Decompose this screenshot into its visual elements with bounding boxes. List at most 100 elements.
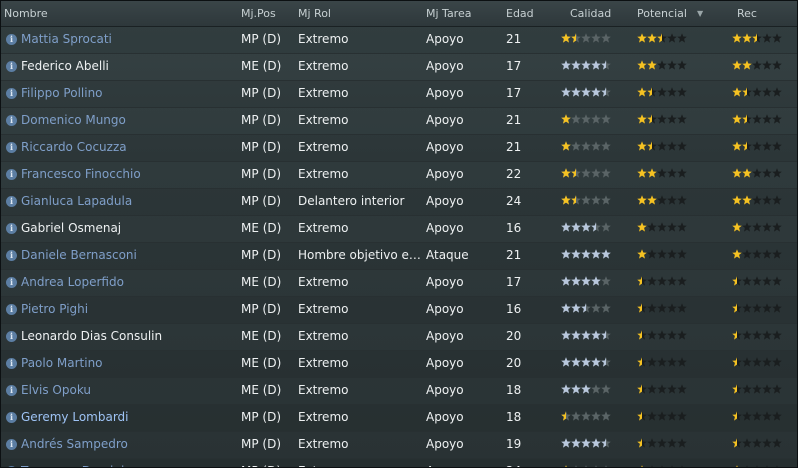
player-name[interactable]: Federico Abelli: [21, 59, 216, 73]
star-icon: [571, 437, 581, 449]
star-icon: [601, 140, 611, 152]
player-name[interactable]: Tommaso Domini: [21, 464, 216, 467]
player-name[interactable]: Paolo Martino: [21, 356, 216, 370]
header-pos[interactable]: Mj.Pos: [241, 7, 276, 20]
star-icon: [647, 221, 657, 233]
table-row[interactable]: i Federico Abelli ME (D) Extremo Apoyo 17: [1, 54, 797, 81]
player-name[interactable]: Leonardo Dias Consulin: [21, 329, 216, 343]
star-icon: [667, 32, 677, 44]
table-row[interactable]: i Riccardo Cocuzza MP (D) Extremo Apoyo 21: [1, 135, 797, 162]
player-duty: Apoyo: [426, 464, 464, 467]
star-icon: [677, 140, 687, 152]
star-icon: [561, 221, 571, 233]
info-icon[interactable]: i: [6, 61, 17, 72]
table-row[interactable]: i Elvis Opoku ME (D) Extremo Apoyo 18: [1, 378, 797, 405]
info-icon[interactable]: i: [6, 277, 17, 288]
star-icon: [561, 275, 571, 287]
info-icon[interactable]: i: [6, 34, 17, 45]
table-row[interactable]: i Geremy Lombardi MP (D) Extremo Apoyo 18: [1, 405, 797, 432]
star-icon: [601, 194, 611, 206]
info-icon[interactable]: i: [6, 331, 17, 342]
table-row[interactable]: i Leonardo Dias Consulin ME (D) Extremo Apoy…: [1, 324, 797, 351]
table-row[interactable]: i Andrea Loperfido ME (D) Extremo Apoyo 17: [1, 270, 797, 297]
calidad-stars: [561, 464, 611, 467]
header-potencial[interactable]: Potencial ▼: [637, 7, 703, 20]
star-icon: [657, 140, 667, 152]
star-icon: [752, 356, 762, 368]
star-icon: [571, 410, 581, 422]
player-position: ME (D): [241, 383, 282, 397]
table-row[interactable]: iTommaso DominiMP (D)ExtremoApoyo24: [1, 459, 797, 467]
star-icon: [677, 59, 687, 71]
star-icon: [762, 356, 772, 368]
info-icon[interactable]: i: [6, 412, 17, 423]
star-icon: [762, 329, 772, 341]
table-row[interactable]: i Mattia Sprocati MP (D) Extremo Apoyo 21: [1, 27, 797, 54]
player-name[interactable]: Mattia Sprocati: [21, 32, 216, 46]
star-icon: [732, 86, 742, 98]
star-icon: [752, 113, 762, 125]
player-name[interactable]: Riccardo Cocuzza: [21, 140, 216, 154]
info-icon[interactable]: i: [6, 196, 17, 207]
table-row[interactable]: i Daniele Bernasconi MP (D) Hombre objetivo…: [1, 243, 797, 270]
player-position: ME (D): [241, 356, 282, 370]
star-icon: [591, 437, 601, 449]
header-rec[interactable]: Rec: [737, 7, 757, 20]
star-icon: [677, 32, 687, 44]
star-icon: [762, 221, 772, 233]
table-row[interactable]: i Paolo Martino ME (D) Extremo Apoyo 20: [1, 351, 797, 378]
star-icon: [772, 302, 782, 314]
info-icon[interactable]: i: [6, 250, 17, 261]
table-row[interactable]: i Pietro Pighi MP (D) Extremo Apoyo 16: [1, 297, 797, 324]
info-icon[interactable]: i: [6, 385, 17, 396]
info-icon[interactable]: i: [6, 142, 17, 153]
star-icon: [591, 32, 601, 44]
header-rol[interactable]: Mj Rol: [298, 7, 331, 20]
info-icon[interactable]: i: [6, 439, 17, 450]
table-row[interactable]: i Francesco Finocchio MP (D) Extremo Apoyo 22: [1, 162, 797, 189]
player-age: 21: [506, 140, 522, 154]
player-name[interactable]: Daniele Bernasconi: [21, 248, 216, 262]
info-icon[interactable]: i: [6, 304, 17, 315]
player-name[interactable]: Filippo Pollino: [21, 86, 216, 100]
info-icon[interactable]: i: [6, 358, 17, 369]
player-name[interactable]: Elvis Opoku: [21, 383, 216, 397]
star-icon: [772, 410, 782, 422]
player-duty: Apoyo: [426, 329, 464, 343]
star-icon: [601, 248, 611, 260]
header-calidad[interactable]: Calidad: [570, 7, 611, 20]
star-icon: [637, 410, 647, 422]
header-edad[interactable]: Edad: [506, 7, 534, 20]
star-icon: [667, 113, 677, 125]
star-icon: [732, 113, 742, 125]
info-icon[interactable]: i: [6, 223, 17, 234]
player-name[interactable]: Domenico Mungo: [21, 113, 216, 127]
table-row[interactable]: i Andrés Sampedro MP (D) Extremo Apoyo 19: [1, 432, 797, 459]
table-row[interactable]: i Filippo Pollino MP (D) Extremo Apoyo 17: [1, 81, 797, 108]
player-name[interactable]: Gianluca Lapadula: [21, 194, 216, 208]
potencial-stars: [637, 32, 687, 44]
player-name[interactable]: Gabriel Osmenaj: [21, 221, 216, 235]
player-duty: Apoyo: [426, 140, 464, 154]
info-icon[interactable]: i: [6, 115, 17, 126]
star-icon: [762, 113, 772, 125]
table-row[interactable]: i Gianluca Lapadula MP (D) Delantero interi…: [1, 189, 797, 216]
info-icon[interactable]: i: [6, 169, 17, 180]
player-name[interactable]: Andrea Loperfido: [21, 275, 216, 289]
table-row[interactable]: i Gabriel Osmenaj ME (D) Extremo Apoyo 16: [1, 216, 797, 243]
player-name[interactable]: Geremy Lombardi: [21, 410, 216, 424]
header-tarea[interactable]: Mj Tarea: [426, 7, 471, 20]
table-row[interactable]: i Domenico Mungo MP (D) Extremo Apoyo 21: [1, 108, 797, 135]
player-position: MP (D): [241, 464, 281, 467]
player-duty: Ataque: [426, 248, 469, 262]
player-name[interactable]: Andrés Sampedro: [21, 437, 216, 451]
star-icon: [581, 140, 591, 152]
player-duty: Apoyo: [426, 302, 464, 316]
player-name[interactable]: Pietro Pighi: [21, 302, 216, 316]
info-icon[interactable]: i: [6, 88, 17, 99]
star-icon: [581, 383, 591, 395]
star-icon: [561, 437, 571, 449]
player-name[interactable]: Francesco Finocchio: [21, 167, 216, 181]
header-nombre[interactable]: Nombre: [4, 7, 48, 20]
potencial-stars: [637, 464, 687, 467]
